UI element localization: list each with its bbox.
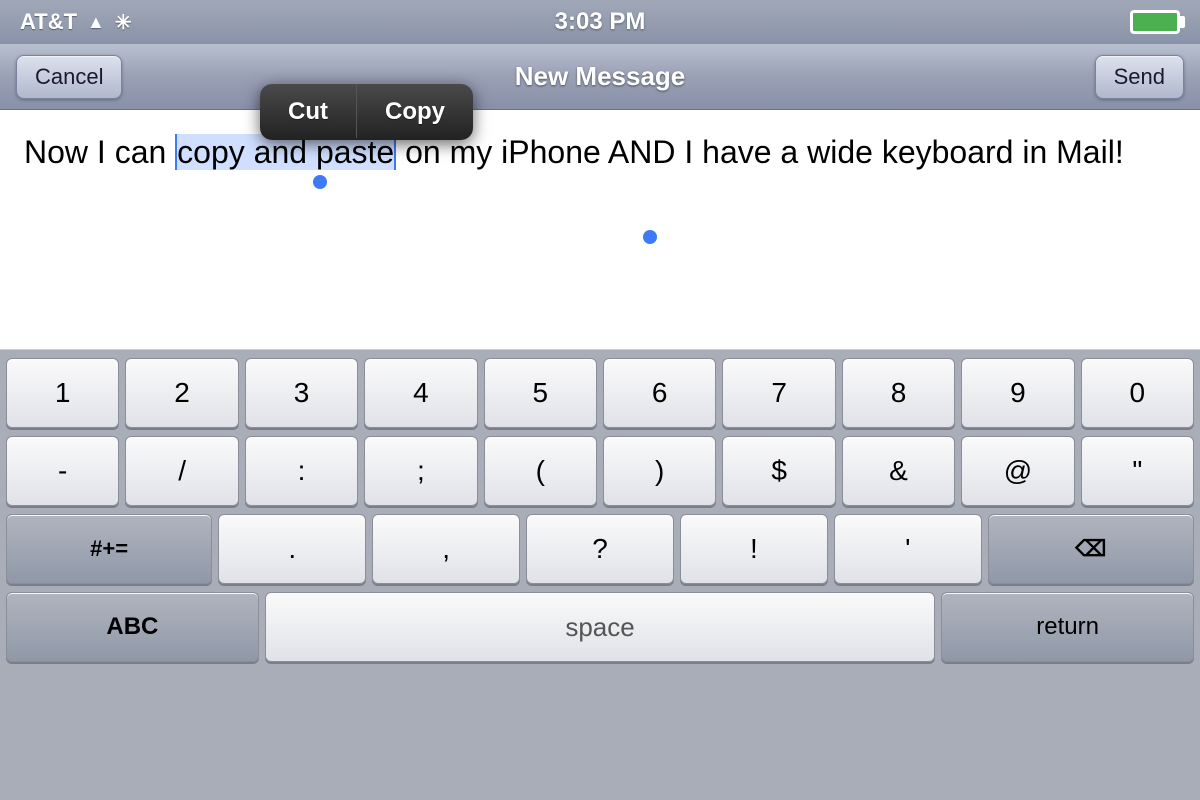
context-menu-arrow bbox=[350, 138, 382, 140]
keyboard-row-special: #+= . , ? ! ' ⌫ bbox=[6, 514, 1194, 584]
main-content: Now I can copy and paste on my iPhone AN… bbox=[0, 110, 1200, 800]
context-menu: Cut Copy bbox=[260, 84, 473, 140]
selection-handle-top bbox=[313, 175, 327, 189]
status-time: 3:03 PM bbox=[555, 8, 646, 36]
copy-button[interactable]: Copy bbox=[357, 84, 473, 140]
key-close-paren[interactable]: ) bbox=[603, 436, 716, 506]
key-exclamation[interactable]: ! bbox=[680, 514, 828, 584]
key-7[interactable]: 7 bbox=[722, 358, 835, 428]
keyboard-row-bottom: ABC space return bbox=[6, 592, 1194, 662]
key-dollar[interactable]: $ bbox=[722, 436, 835, 506]
status-bar: AT&T ▲ ✳ 3:03 PM bbox=[0, 0, 1200, 44]
key-ampersand[interactable]: & bbox=[842, 436, 955, 506]
key-quote[interactable]: " bbox=[1081, 436, 1194, 506]
selection-handle-bottom bbox=[643, 230, 657, 244]
key-question[interactable]: ? bbox=[526, 514, 674, 584]
key-at[interactable]: @ bbox=[961, 436, 1074, 506]
keyboard-row-numbers: 1 2 3 4 5 6 7 8 9 0 bbox=[6, 358, 1194, 428]
send-button[interactable]: Send bbox=[1095, 55, 1184, 99]
battery-icon bbox=[1130, 10, 1180, 34]
keyboard-row-symbols: - / : ; ( ) $ & @ " bbox=[6, 436, 1194, 506]
nav-title: New Message bbox=[515, 61, 686, 92]
key-8[interactable]: 8 bbox=[842, 358, 955, 428]
key-1[interactable]: 1 bbox=[6, 358, 119, 428]
key-apostrophe[interactable]: ' bbox=[834, 514, 982, 584]
carrier-text: AT&T bbox=[20, 9, 77, 35]
key-2[interactable]: 2 bbox=[125, 358, 238, 428]
message-area[interactable]: Now I can copy and paste on my iPhone AN… bbox=[0, 110, 1200, 350]
key-9[interactable]: 9 bbox=[961, 358, 1074, 428]
key-space[interactable]: space bbox=[265, 592, 936, 662]
key-colon[interactable]: : bbox=[245, 436, 358, 506]
key-0[interactable]: 0 bbox=[1081, 358, 1194, 428]
spinner-icon: ✳ bbox=[115, 10, 132, 35]
key-open-paren[interactable]: ( bbox=[484, 436, 597, 506]
cancel-button[interactable]: Cancel bbox=[16, 55, 122, 99]
message-text-after: on my iPhone AND I have a wide keyboard … bbox=[396, 134, 1123, 170]
message-text-before: Now I can bbox=[24, 134, 175, 170]
key-3[interactable]: 3 bbox=[245, 358, 358, 428]
key-6[interactable]: 6 bbox=[603, 358, 716, 428]
wifi-icon: ▲ bbox=[87, 12, 105, 33]
nav-bar: Cancel New Message Send Cut Copy bbox=[0, 44, 1200, 110]
key-period[interactable]: . bbox=[218, 514, 366, 584]
key-backspace[interactable]: ⌫ bbox=[988, 514, 1194, 584]
status-left: AT&T ▲ ✳ bbox=[20, 9, 132, 35]
key-return[interactable]: return bbox=[941, 592, 1194, 662]
keyboard: 1 2 3 4 5 6 7 8 9 0 - / : ; ( ) $ & @ " … bbox=[0, 350, 1200, 800]
key-semicolon[interactable]: ; bbox=[364, 436, 477, 506]
key-minus[interactable]: - bbox=[6, 436, 119, 506]
key-slash[interactable]: / bbox=[125, 436, 238, 506]
key-abc[interactable]: ABC bbox=[6, 592, 259, 662]
status-right bbox=[1130, 10, 1180, 34]
context-menu-bubble: Cut Copy bbox=[260, 84, 473, 140]
key-5[interactable]: 5 bbox=[484, 358, 597, 428]
key-4[interactable]: 4 bbox=[364, 358, 477, 428]
key-comma[interactable]: , bbox=[372, 514, 520, 584]
cut-button[interactable]: Cut bbox=[260, 84, 357, 140]
key-hash-plus-equals[interactable]: #+= bbox=[6, 514, 212, 584]
